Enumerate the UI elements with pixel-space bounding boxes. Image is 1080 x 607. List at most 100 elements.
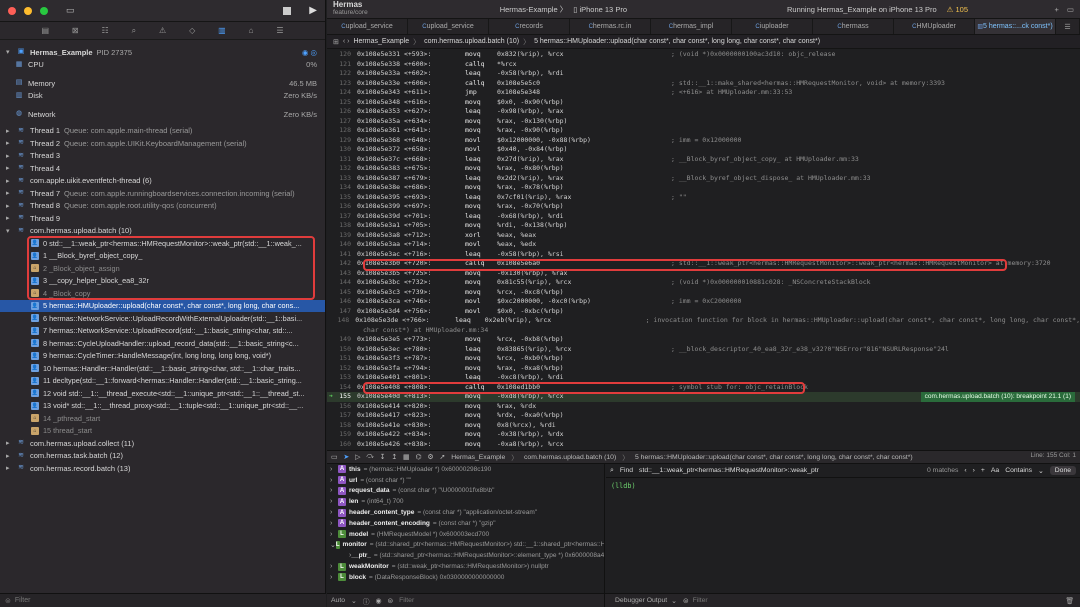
pause-continue-icon[interactable]: ▷ <box>355 453 360 461</box>
disclosure-closed-icon[interactable]: › <box>330 498 338 505</box>
variables-scope-select[interactable]: Auto <box>331 597 345 604</box>
stack-frame[interactable]: ⌂ 15 thread_start <box>0 425 325 438</box>
console-view[interactable]: ⌕ Find std::__1::weak_ptr<hermas::HMRequ… <box>606 464 1080 593</box>
editor-tab[interactable]: C records <box>489 19 570 34</box>
stack-frame[interactable]: 👤 6 hermas::NetworkService::UploadRecordW… <box>0 312 325 325</box>
report-navigator-icon[interactable]: ☰ <box>276 26 283 35</box>
gauge-row-memory[interactable]: ▤ Memory 46.5 MB <box>0 77 325 90</box>
console-filter-input[interactable]: Filter <box>693 597 708 604</box>
stack-frame[interactable]: 👤 9 hermas::CycleTimer::HandleMessage(int… <box>0 350 325 363</box>
variable-row[interactable]: › Alen = (int64_t) 700 <box>327 496 604 507</box>
stack-frame[interactable]: 👤 7 hermas::NetworkService::UploadRecord(… <box>0 325 325 338</box>
location-icon[interactable]: ➚ <box>440 453 446 461</box>
variable-row[interactable]: › Arequest_data = (const char *) "\U000000… <box>327 486 604 497</box>
lldb-prompt[interactable]: (lldb) <box>606 478 1080 494</box>
info-icon[interactable]: ⓘ <box>363 596 370 606</box>
thread-row[interactable]: ▸ ≋ com.apple.uikit.eventfetch-thread (6) <box>0 175 325 188</box>
editor-tab[interactable]: C iuploader <box>732 19 813 34</box>
memory-graph-icon[interactable]: ⌬ <box>415 453 421 461</box>
variable-row[interactable]: › Aheader_content_encoding = (const char *… <box>327 518 604 529</box>
thread-row[interactable]: ▸ ≋ Thread 7 Queue: com.apple.runningboards… <box>0 187 325 200</box>
jump-project[interactable]: Hermas_Example <box>353 38 409 45</box>
stack-frame[interactable]: 👤 8 hermas::CycleUploadHandler::upload_re… <box>0 337 325 350</box>
find-navigator-icon[interactable]: ⌕ <box>132 26 136 36</box>
find-query-input[interactable]: std::__1::weak_ptr<hermas::HMRequestMoni… <box>639 467 921 474</box>
breakpoint-navigator-icon[interactable]: ⌂ <box>249 26 254 35</box>
jump-frame[interactable]: 5 hermas::HMUploader::upload(char const*… <box>534 38 820 45</box>
step-out-icon[interactable]: ↥ <box>391 453 397 461</box>
minimize-window-dot[interactable] <box>24 6 32 15</box>
debug-thread[interactable]: com.hermas.upload.batch (10) <box>524 454 616 461</box>
find-mode-label[interactable]: Find <box>620 467 633 474</box>
thread-row[interactable]: ▸ ≋ Thread 9 <box>0 212 325 225</box>
thread-row[interactable]: ▸ ≋ Thread 8 Queue: com.apple.root.utility-… <box>0 200 325 213</box>
disclosure-closed-icon[interactable]: ▸ <box>6 152 16 160</box>
stack-frame[interactable]: ⌂ 14 _pthread_start <box>0 412 325 425</box>
editor-tab[interactable]: C HMUploader <box>894 19 975 34</box>
disclosure-closed-icon[interactable]: ▸ <box>6 139 16 147</box>
find-prev-icon[interactable]: ‹ <box>964 467 966 474</box>
editor-tab[interactable]: C hermas.rc.in <box>570 19 651 34</box>
stack-frame[interactable]: 👤 12 void std::__1::__thread_execute<std:… <box>0 387 325 400</box>
run-button[interactable]: ▶ <box>309 5 317 16</box>
disclosure-closed-icon[interactable]: ▸ <box>6 202 16 210</box>
console-output-select[interactable]: Debugger Output <box>605 597 667 604</box>
disclosure-closed-icon[interactable]: ▸ <box>6 214 16 222</box>
disclosure-open-icon[interactable]: ▾ <box>6 227 16 235</box>
disclosure-closed-icon[interactable]: ▸ <box>6 189 16 197</box>
inspector-toggle-icon[interactable]: ▭ <box>1067 5 1074 14</box>
stack-frame[interactable]: 👤 10 hermas::Handler::Handler(std::__1::b… <box>0 362 325 375</box>
match-mode-select[interactable]: Contains <box>1005 467 1032 474</box>
variable-row[interactable]: › Lblock = (DataResponseBlock) 0x030000000… <box>327 572 604 583</box>
trash-icon[interactable]: 🗑 <box>1065 597 1080 605</box>
source-control-icon[interactable]: ⊠ <box>72 26 79 35</box>
disclosure-closed-icon[interactable]: › <box>330 520 338 527</box>
disclosure-closed-icon[interactable]: › <box>330 487 338 494</box>
disclosure-closed-icon[interactable]: ▸ <box>6 452 16 460</box>
issue-navigator-icon[interactable]: ⚠ <box>159 26 166 35</box>
editor-tab[interactable]: C upload_service <box>408 19 489 34</box>
variable-row[interactable]: › Aurl = (const char *) "" <box>327 475 604 486</box>
disclosure-closed-icon[interactable]: › <box>330 574 338 581</box>
variable-row[interactable]: › Lmodel = (HMRequestModel *) 0x600003ecd7… <box>327 529 604 540</box>
editor-tab[interactable]: C upload_service <box>327 19 408 34</box>
device-selector[interactable]: ▯ iPhone 13 Pro <box>573 5 627 14</box>
find-next-icon[interactable]: › <box>973 467 975 474</box>
disclosure-closed-icon[interactable]: › <box>330 509 338 516</box>
disclosure-closed-icon[interactable]: ▸ <box>6 439 16 447</box>
step-over-icon[interactable]: ⤼ <box>366 453 373 461</box>
find-scope-icon[interactable]: ⌕ <box>610 467 614 475</box>
library-plus-icon[interactable]: + <box>1055 5 1059 14</box>
gauge-row-cpu[interactable]: ▦ CPU 0% <box>0 59 325 72</box>
variable-row[interactable]: › Athis = (hermas::HMUploader *) 0x6000029… <box>327 464 604 475</box>
thread-row[interactable]: ▸ ≋ com.hermas.record.batch (13) <box>0 462 325 475</box>
disclosure-closed-icon[interactable]: › <box>330 466 338 473</box>
disclosure-closed-icon[interactable]: › <box>330 477 338 484</box>
hide-debug-area-icon[interactable]: ▭ <box>331 453 337 461</box>
disclosure-closed-icon[interactable]: ▸ <box>6 177 16 185</box>
debug-navigator-icon[interactable]: ▥ <box>218 26 226 35</box>
stack-frame[interactable]: 👤 11 decltype(std::__1::forward<hermas::H… <box>0 375 325 388</box>
environment-icon[interactable]: ⚙ <box>427 453 433 461</box>
gauge-row-network[interactable]: ◍ Network Zero KB/s <box>0 108 325 121</box>
disclosure-closed-icon[interactable]: ▸ <box>6 164 16 172</box>
editor-tab[interactable]: C hermas_impl <box>651 19 732 34</box>
jump-grid-icon[interactable]: ⊞ <box>333 38 339 46</box>
sidebar-toggle-icon[interactable]: ▭ <box>66 5 75 16</box>
variable-row[interactable]: ⌄ Lmonitor = (std::shared_ptr<hermas::HMRe… <box>327 540 604 551</box>
zoom-window-dot[interactable] <box>40 6 48 15</box>
stack-frame[interactable]: 👤 5 hermas::HMUploader::upload(char const… <box>0 299 325 312</box>
jump-back-icon[interactable]: ‹ › <box>343 38 350 45</box>
variable-row[interactable]: › __ptr_ = (std::shared_ptr<hermas::HMRequ… <box>327 550 604 561</box>
disclosure-open-icon[interactable]: ⌄ <box>330 541 336 549</box>
stack-frame[interactable]: 👤 13 void* std::__1::__thread_proxy<std::… <box>0 400 325 413</box>
target-selector[interactable]: Hermas-Example 〉 <box>500 4 568 15</box>
symbol-navigator-icon[interactable]: ☷ <box>102 26 109 35</box>
debug-frame[interactable]: 5 hermas::HMUploader::upload(char const*… <box>635 454 913 461</box>
disclosure-closed-icon[interactable]: › <box>330 531 338 538</box>
editor-tab[interactable]: C hermass <box>813 19 894 34</box>
thread-row[interactable]: ▸ ≋ Thread 2 Queue: com.apple.UIKit.Keyboar… <box>0 137 325 150</box>
breakpoints-toggle-icon[interactable]: ➤ <box>343 453 349 461</box>
thread-row[interactable]: ▸ ≋ com.hermas.task.batch (12) <box>0 450 325 463</box>
variable-row[interactable]: › Aheader_content_type = (const char *) "a… <box>327 507 604 518</box>
